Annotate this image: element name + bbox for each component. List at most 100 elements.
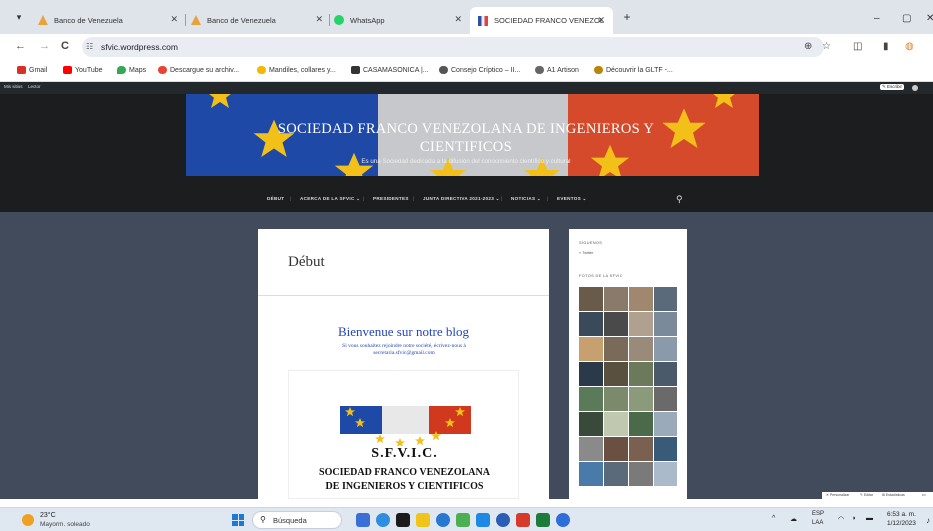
- weather-sun-icon[interactable]: [22, 514, 34, 526]
- close-tab-icon[interactable]: ✕: [454, 14, 462, 25]
- gallery-photo[interactable]: [629, 362, 653, 386]
- notification-bell-icon[interactable]: ♪: [926, 516, 930, 525]
- language-indicator[interactable]: ESP: [812, 511, 824, 517]
- start-button[interactable]: [232, 514, 244, 526]
- gallery-photo[interactable]: [629, 462, 653, 486]
- url-text[interactable]: sfvic.wordpress.com: [101, 42, 178, 52]
- new-tab-button[interactable]: +: [620, 10, 634, 24]
- close-tab-icon[interactable]: ✕: [170, 14, 178, 25]
- gallery-photo[interactable]: [604, 287, 628, 311]
- gallery-photo[interactable]: [654, 287, 677, 311]
- gallery-photo[interactable]: [604, 387, 628, 411]
- gallery-photo[interactable]: [579, 437, 603, 461]
- weather-temperature[interactable]: 23°C: [40, 512, 56, 519]
- tab-sfvic-active[interactable]: SOCIEDAD FRANCO VENEZOLA ✕: [470, 7, 613, 34]
- my-sites-link[interactable]: Mis sitios: [4, 84, 23, 89]
- gallery-photo[interactable]: [654, 437, 677, 461]
- gallery-photo[interactable]: [629, 387, 653, 411]
- gallery-photo[interactable]: [629, 312, 653, 336]
- gallery-photo[interactable]: [579, 462, 603, 486]
- nav-item-acerca[interactable]: ACERCA DE LA SFVIC ⌄: [300, 196, 360, 202]
- gallery-photo[interactable]: [579, 312, 603, 336]
- gallery-photo[interactable]: [629, 412, 653, 436]
- bookmark-gmail[interactable]: Gmail: [17, 66, 47, 74]
- weather-condition[interactable]: Mayorm. soleado: [40, 521, 90, 528]
- taskbar-app-icon[interactable]: [476, 513, 490, 527]
- layout-indicator[interactable]: LAA: [812, 520, 823, 526]
- nav-item-junta-directiva[interactable]: JUNTA DIRECTIVA 2021-2023 ⌄: [423, 196, 500, 202]
- zoom-icon[interactable]: ⊕: [804, 41, 812, 52]
- gallery-photo[interactable]: [629, 287, 653, 311]
- taskbar-app-icon[interactable]: [556, 513, 570, 527]
- gallery-photo[interactable]: [604, 337, 628, 361]
- wifi-icon[interactable]: ◠: [838, 515, 844, 523]
- stats-button[interactable]: ⊞ Estadísticas: [882, 493, 905, 497]
- nav-item-debut[interactable]: DÉBUT: [267, 196, 284, 201]
- tab-search-icon[interactable]: ▾: [12, 10, 26, 24]
- twitter-link[interactable]: » Twitter: [579, 251, 593, 255]
- nav-item-presidentes[interactable]: PRESIDENTES: [373, 196, 409, 201]
- taskbar-app-icon[interactable]: [436, 513, 450, 527]
- gallery-photo[interactable]: [654, 312, 677, 336]
- gallery-photo[interactable]: [579, 337, 603, 361]
- maximize-button[interactable]: ▢: [902, 13, 911, 24]
- nav-item-eventos[interactable]: EVENTOS ⌄: [557, 196, 587, 202]
- gallery-photo[interactable]: [579, 287, 603, 311]
- gallery-photo[interactable]: [629, 337, 653, 361]
- taskbar-app-icon[interactable]: [416, 513, 430, 527]
- gallery-photo[interactable]: [654, 362, 677, 386]
- reload-icon[interactable]: C: [61, 40, 69, 52]
- forward-icon[interactable]: →: [39, 40, 50, 52]
- edit-button[interactable]: ✎ Editar: [860, 493, 873, 497]
- minimize-button[interactable]: –: [874, 13, 880, 24]
- bookmark-youtube[interactable]: YouTube: [63, 66, 103, 74]
- bookmark-mandiles[interactable]: Mandiles, collares y...: [257, 66, 336, 74]
- address-bar[interactable]: ☷ sfvic.wordpress.com ⊕ ☆: [82, 37, 831, 57]
- bookmark-consejo[interactable]: Consejo Críptico – II...: [439, 66, 520, 74]
- back-icon[interactable]: ←: [15, 40, 26, 52]
- bookmark-descargue[interactable]: Descargue su archiv...: [158, 66, 239, 74]
- taskbar-app-icon[interactable]: [456, 513, 470, 527]
- close-window-button[interactable]: ✕: [926, 13, 933, 24]
- volume-icon[interactable]: ◗: [852, 515, 856, 522]
- gallery-photo[interactable]: [654, 387, 677, 411]
- close-tab-icon[interactable]: ✕: [597, 15, 605, 26]
- tab-banco-venezuela-2[interactable]: Banco de Venezuela ✕: [191, 12, 323, 28]
- close-tab-icon[interactable]: ✕: [315, 14, 323, 25]
- taskbar-app-icon[interactable]: [356, 513, 370, 527]
- customize-button[interactable]: ✕ Personalizar: [826, 493, 849, 497]
- nav-item-noticias[interactable]: NOTICIAS ⌄: [511, 196, 541, 202]
- profile-icon[interactable]: ◍: [905, 41, 914, 52]
- taskbar-app-icon[interactable]: [396, 513, 410, 527]
- gallery-photo[interactable]: [629, 437, 653, 461]
- site-search-icon[interactable]: ⚲: [676, 194, 683, 205]
- gallery-photo[interactable]: [604, 412, 628, 436]
- taskbar-app-icon[interactable]: [516, 513, 530, 527]
- write-button[interactable]: ✎ Escribir: [880, 84, 905, 90]
- bookmark-casamasonica[interactable]: CASAMASONICA |...: [351, 66, 429, 74]
- gallery-photo[interactable]: [579, 362, 603, 386]
- taskbar-app-icon[interactable]: [536, 513, 550, 527]
- gallery-photo[interactable]: [654, 462, 677, 486]
- gallery-photo[interactable]: [604, 362, 628, 386]
- tab-whatsapp[interactable]: WhatsApp ✕: [334, 12, 462, 28]
- tray-overflow-chevron-icon[interactable]: ^: [772, 515, 775, 522]
- site-info-icon[interactable]: ☷: [86, 42, 93, 51]
- tab-banco-venezuela-1[interactable]: Banco de Venezuela ✕: [38, 12, 178, 28]
- more-button[interactable]: •••: [922, 493, 926, 497]
- side-panel-icon[interactable]: ▮: [883, 41, 889, 52]
- gallery-photo[interactable]: [579, 412, 603, 436]
- clock-date[interactable]: 1/12/2023: [887, 520, 916, 527]
- clock-time[interactable]: 6:53 a. m.: [887, 511, 916, 518]
- site-title[interactable]: SOCIEDAD FRANCO VENEZOLANA DE INGENIEROS…: [236, 120, 696, 156]
- gallery-photo[interactable]: [654, 412, 677, 436]
- gallery-photo[interactable]: [579, 387, 603, 411]
- reader-link[interactable]: Lector: [28, 84, 41, 89]
- bookmark-gltf[interactable]: Découvrir la GLTF -...: [594, 66, 673, 74]
- taskbar-app-icon[interactable]: [496, 513, 510, 527]
- taskbar-search[interactable]: ⚲ Búsqueda: [252, 511, 342, 529]
- gallery-photo[interactable]: [604, 437, 628, 461]
- gallery-photo[interactable]: [654, 337, 677, 361]
- bookmark-a1-artison[interactable]: A1 Artison: [535, 66, 579, 74]
- taskbar-app-icon[interactable]: [376, 513, 390, 527]
